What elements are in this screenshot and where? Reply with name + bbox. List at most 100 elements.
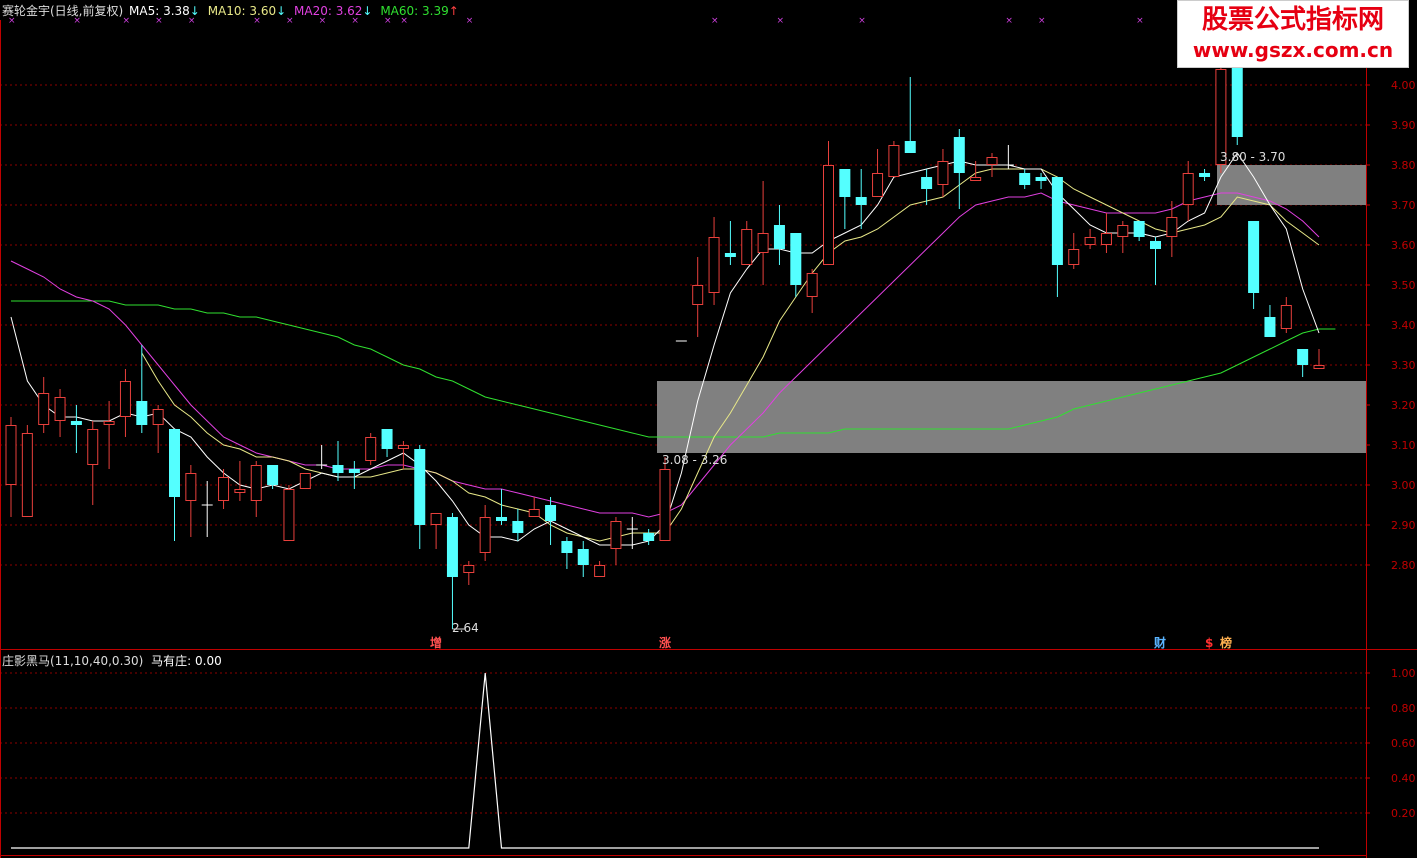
candle[interactable] (1150, 237, 1161, 285)
candle[interactable] (414, 445, 426, 549)
candle[interactable] (872, 149, 884, 197)
candle[interactable] (21, 425, 33, 517)
candle[interactable] (904, 77, 916, 153)
watermark-title: 股票公式指标网 (1201, 5, 1384, 35)
candle-body (872, 173, 884, 197)
signal-marker-icon: × (711, 16, 719, 26)
candle[interactable] (839, 169, 851, 229)
candle-body (1051, 177, 1063, 265)
moving-average-lines (10, 152, 1336, 546)
candle[interactable] (119, 369, 131, 437)
candle[interactable] (1264, 305, 1276, 337)
candle[interactable] (1199, 169, 1211, 181)
candle[interactable] (594, 561, 606, 577)
kline-chart[interactable]: 4.00 3.90 3.80 3.70 3.60 3.50 3.40 3.30 3.20 3.10… (0, 0, 1417, 858)
candle[interactable] (1100, 213, 1112, 253)
candle[interactable] (70, 405, 82, 453)
candle[interactable] (299, 473, 311, 489)
candle[interactable] (1002, 145, 1014, 169)
candle[interactable] (5, 417, 17, 517)
candle[interactable] (1313, 349, 1325, 369)
event-marker-cai[interactable]: 财 (1154, 636, 1166, 650)
candle[interactable] (1280, 297, 1292, 333)
candle[interactable] (365, 433, 377, 465)
candle[interactable] (136, 345, 148, 433)
axis-tick-label: 1.00 (1391, 667, 1416, 680)
candle[interactable] (790, 233, 802, 297)
axis-tick-label: 4.00 (1391, 79, 1416, 92)
candle-body (561, 541, 573, 553)
indicator-name[interactable]: 庄影黑马(11,10,40,0.30) (2, 654, 143, 668)
candle[interactable] (169, 429, 180, 541)
candle[interactable] (724, 221, 736, 265)
candle[interactable] (937, 149, 949, 197)
candle-body (479, 517, 491, 553)
candle-body (1150, 241, 1161, 249)
candle[interactable] (250, 461, 262, 517)
candle[interactable] (1248, 221, 1260, 309)
candle[interactable] (283, 485, 295, 541)
event-marker-bang[interactable]: 榜 (1220, 636, 1232, 650)
lower-support-zone (657, 381, 1366, 453)
candle[interactable] (577, 541, 589, 577)
candle[interactable] (185, 465, 197, 537)
candle[interactable] (708, 217, 720, 305)
candle[interactable] (986, 153, 998, 177)
event-marker-zeng[interactable]: 增 (430, 636, 442, 650)
candle[interactable] (888, 141, 900, 177)
candle[interactable] (103, 401, 115, 469)
axis-tick-label: 0.40 (1391, 772, 1416, 785)
candle[interactable] (152, 405, 164, 453)
candle[interactable] (741, 221, 753, 265)
candle[interactable] (757, 181, 769, 285)
candle[interactable] (659, 457, 671, 541)
candle-body (299, 473, 311, 489)
candle[interactable] (1297, 349, 1309, 377)
candle[interactable] (54, 389, 66, 437)
candle[interactable] (316, 445, 328, 469)
candle[interactable] (381, 429, 393, 457)
candle[interactable] (823, 141, 834, 265)
candlesticks[interactable] (5, 45, 1325, 630)
candle-body (414, 449, 426, 525)
event-marker-dollar[interactable]: $ (1205, 636, 1213, 650)
candle-body (234, 489, 246, 493)
axis-tick-label: 3.10 (1391, 439, 1416, 452)
candle[interactable] (528, 497, 540, 517)
candle-body (790, 233, 802, 285)
candle[interactable] (1051, 177, 1063, 297)
candle[interactable] (496, 489, 507, 525)
ma10-value: MA10: 3.60 (207, 4, 277, 18)
candle[interactable] (234, 461, 246, 501)
candle-body (1019, 173, 1031, 185)
candle-body (773, 225, 785, 249)
event-marker-zhang[interactable]: 涨 (659, 636, 671, 650)
candle[interactable] (1133, 221, 1145, 241)
candle[interactable] (446, 513, 458, 629)
candle-body (1231, 61, 1243, 137)
candle[interactable] (38, 377, 50, 433)
candle[interactable] (201, 481, 213, 537)
candle[interactable] (1019, 169, 1031, 189)
candle[interactable] (806, 269, 818, 313)
candle[interactable] (1068, 233, 1080, 269)
stock-title[interactable]: 赛轮金宇(日线,前复权) (2, 4, 123, 18)
candle-body (512, 521, 524, 533)
candle[interactable] (512, 509, 524, 541)
candle[interactable] (1182, 161, 1194, 221)
candle[interactable] (430, 513, 442, 549)
candle[interactable] (479, 505, 491, 561)
chart-window[interactable]: 4.00 3.90 3.80 3.70 3.60 3.50 3.40 3.30 3.20 3.10… (0, 0, 1417, 858)
candle[interactable] (87, 421, 99, 505)
candle-body (1035, 177, 1047, 181)
candle[interactable] (561, 537, 573, 569)
candle[interactable] (953, 129, 965, 209)
candle[interactable] (545, 497, 557, 545)
axis-tick-label: 0.80 (1391, 702, 1416, 715)
candle[interactable] (332, 441, 344, 481)
candle[interactable] (1117, 221, 1129, 253)
candle[interactable] (610, 517, 622, 565)
candle[interactable] (773, 205, 785, 265)
candle[interactable] (1084, 229, 1096, 249)
candle[interactable] (643, 529, 655, 545)
